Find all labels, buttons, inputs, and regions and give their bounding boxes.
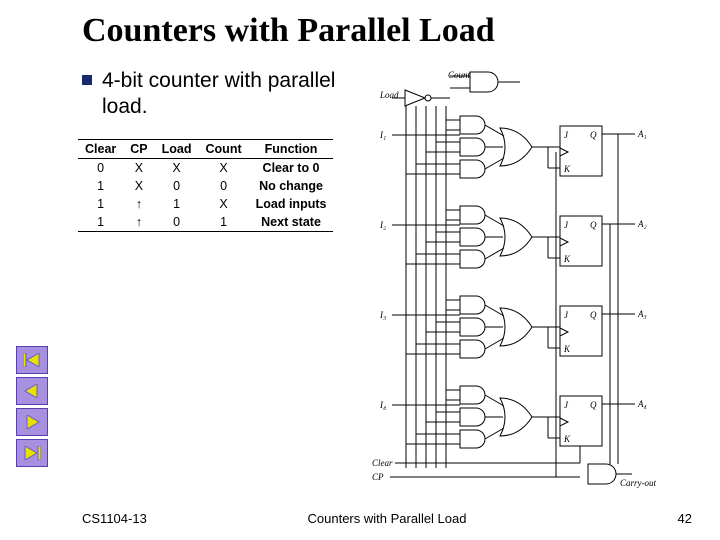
th-load: Load bbox=[155, 139, 199, 158]
or-gate-icon bbox=[500, 398, 532, 436]
cell: 1 bbox=[78, 213, 123, 232]
function-table: Clear CP Load Count Function 0 X X X Cle… bbox=[78, 139, 333, 232]
table-row: 1 X 0 0 No change bbox=[78, 177, 333, 195]
stage-1: I₁ J K Q bbox=[379, 116, 647, 178]
label-a2: A₂ bbox=[637, 219, 647, 229]
cell: X bbox=[199, 195, 249, 213]
or-gate-icon bbox=[500, 218, 532, 256]
footer-course: CS1104-13 bbox=[82, 511, 147, 526]
cell: 1 bbox=[155, 195, 199, 213]
and-gate-icon bbox=[460, 160, 485, 178]
circuit-diagram: Count Load I₁ bbox=[350, 68, 660, 488]
label-i3: I₃ bbox=[379, 310, 386, 320]
label-clear: Clear bbox=[372, 458, 393, 468]
table-row: 1 ↑ 1 X Load inputs bbox=[78, 195, 333, 213]
label-carry: Carry-out bbox=[620, 478, 656, 488]
cell: Load inputs bbox=[249, 195, 334, 213]
or-gate-icon bbox=[500, 308, 532, 346]
cell: Clear to 0 bbox=[249, 158, 334, 177]
label-k: K bbox=[563, 434, 571, 444]
cell: No change bbox=[249, 177, 334, 195]
th-count: Count bbox=[199, 139, 249, 158]
table-header-row: Clear CP Load Count Function bbox=[78, 139, 333, 158]
and-gate-icon bbox=[460, 138, 485, 156]
footer-title: Counters with Parallel Load bbox=[82, 511, 692, 526]
and-gate-icon bbox=[460, 250, 485, 268]
cell: Next state bbox=[249, 213, 334, 232]
th-clear: Clear bbox=[78, 139, 123, 158]
nav-prev-button[interactable] bbox=[16, 377, 48, 405]
cell: X bbox=[155, 158, 199, 177]
and-gate-icon bbox=[460, 408, 485, 426]
label-q: Q bbox=[590, 400, 597, 410]
table-row: 0 X X X Clear to 0 bbox=[78, 158, 333, 177]
label-q: Q bbox=[590, 310, 597, 320]
label-i1: I₁ bbox=[379, 130, 386, 140]
bullet-icon bbox=[82, 75, 92, 85]
cell: X bbox=[123, 177, 154, 195]
bullet-text: 4-bit counter with parallel load. bbox=[102, 68, 342, 121]
and-gate-icon bbox=[460, 116, 485, 134]
or-gate-icon bbox=[500, 128, 532, 166]
nav-first-button[interactable] bbox=[16, 346, 48, 374]
label-a1: A₁ bbox=[637, 129, 647, 139]
and-gate-icon bbox=[460, 296, 485, 314]
and-gate-icon bbox=[588, 464, 616, 484]
bullet-item: 4-bit counter with parallel load. bbox=[82, 68, 342, 121]
and-gate-icon bbox=[460, 206, 485, 224]
cell: 1 bbox=[78, 195, 123, 213]
label-q: Q bbox=[590, 220, 597, 230]
label-i4: I₄ bbox=[379, 400, 386, 410]
cell: X bbox=[199, 158, 249, 177]
th-function: Function bbox=[249, 139, 334, 158]
label-cp: CP bbox=[372, 472, 384, 482]
nav-last-button[interactable] bbox=[16, 439, 48, 467]
cell: 0 bbox=[155, 213, 199, 232]
and-gate-icon bbox=[460, 318, 485, 336]
buffer-icon bbox=[405, 90, 425, 106]
cell: 1 bbox=[78, 177, 123, 195]
label-count: Count bbox=[448, 70, 471, 80]
cell: 0 bbox=[199, 177, 249, 195]
and-gate-icon bbox=[460, 430, 485, 448]
nav-next-button[interactable] bbox=[16, 408, 48, 436]
label-k: K bbox=[563, 344, 571, 354]
cell: 0 bbox=[155, 177, 199, 195]
page-title: Counters with Parallel Load bbox=[82, 12, 692, 50]
label-q: Q bbox=[590, 130, 597, 140]
and-gate-icon bbox=[460, 340, 485, 358]
label-a4: A₄ bbox=[637, 399, 647, 409]
label-k: K bbox=[563, 254, 571, 264]
label-i2: I₂ bbox=[379, 220, 386, 230]
label-a3: A₃ bbox=[637, 309, 647, 319]
footer-page-number: 42 bbox=[678, 511, 692, 526]
and-gate-icon bbox=[460, 228, 485, 246]
cell: ↑ bbox=[123, 195, 154, 213]
stage-4: I₄ J K Q A₄ bbox=[379, 386, 647, 448]
cell: X bbox=[123, 158, 154, 177]
cell: 1 bbox=[199, 213, 249, 232]
th-cp: CP bbox=[123, 139, 154, 158]
and-gate-icon bbox=[470, 72, 498, 92]
nav-strip bbox=[16, 346, 48, 470]
label-k: K bbox=[563, 164, 571, 174]
table-row: 1 ↑ 0 1 Next state bbox=[78, 213, 333, 232]
cell: ↑ bbox=[123, 213, 154, 232]
stage-2: I₂ J K Q A₂ bbox=[379, 206, 647, 268]
cell: 0 bbox=[78, 158, 123, 177]
stage-3: I₃ J K Q A₃ bbox=[379, 296, 647, 358]
and-gate-icon bbox=[460, 386, 485, 404]
